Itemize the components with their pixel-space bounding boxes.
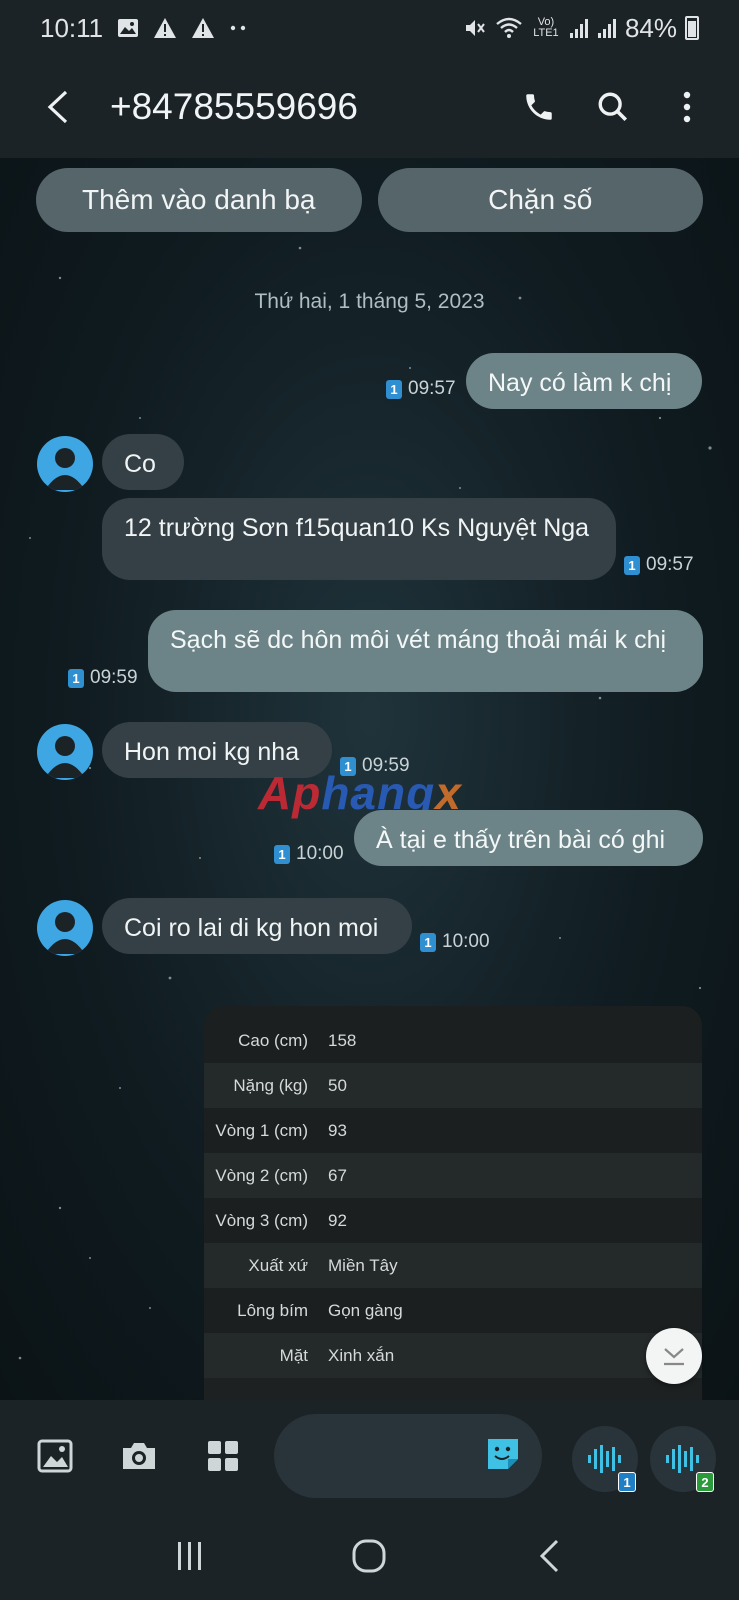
profile-row: Vòng 1 (cm) 93 xyxy=(204,1108,702,1153)
status-time: 10:11 xyxy=(40,12,104,43)
attached-image[interactable]: Cao (cm) 158 Nặng (kg) 50 Vòng 1 (cm) 93 Vò… xyxy=(204,1006,702,1400)
home-icon[interactable] xyxy=(339,1531,399,1581)
system-nav-bar xyxy=(0,1512,739,1600)
contact-number: +84785559696 xyxy=(110,86,358,127)
wifi-icon xyxy=(495,16,523,40)
message-text: Co xyxy=(124,450,156,478)
audio-wave-icon xyxy=(666,1445,699,1473)
profile-row: Nặng (kg) 50 xyxy=(204,1063,702,1108)
more-vert-icon[interactable] xyxy=(665,85,709,129)
search-icon[interactable] xyxy=(591,85,635,129)
message-text: Coi ro lai di kg hon moi xyxy=(124,914,379,942)
person-icon xyxy=(45,448,85,490)
battery-icon xyxy=(685,16,699,40)
sim-badge: 2 xyxy=(696,1472,714,1492)
voice-message-button-sim2[interactable]: 2 xyxy=(650,1426,716,1492)
recents-icon[interactable] xyxy=(160,1531,220,1581)
profile-row: Xuất xứ Miền Tây xyxy=(204,1243,702,1288)
alert-icon xyxy=(191,17,215,39)
profile-row: Vòng 2 (cm) 67 xyxy=(204,1153,702,1198)
block-number-button[interactable]: Chặn số xyxy=(377,168,703,232)
voice-message-button-sim1[interactable]: 1 xyxy=(572,1426,638,1492)
back-icon[interactable] xyxy=(30,79,86,135)
unknown-sender-actions: Thêm vào danh bạ Chặn số xyxy=(36,168,703,232)
message-text: À tại e thấy trên bài có ghi xyxy=(376,826,666,854)
apps-grid-icon[interactable] xyxy=(196,1429,250,1483)
signal-icon xyxy=(569,17,589,39)
message-meta: 1 10:00 xyxy=(274,843,344,865)
more-dots-icon xyxy=(229,24,247,32)
message-time: 10:00 xyxy=(296,843,344,864)
message-text: 12 trường Sơn f15quan10 Ks Nguyệt Nga xyxy=(124,514,590,542)
scroll-to-bottom-button[interactable] xyxy=(646,1328,702,1384)
messaging-screen: 10:11 Vo) LTE1 84% +84785559696 Thêm vào… xyxy=(0,0,739,1600)
person-icon xyxy=(45,736,85,778)
profile-row: Cao (cm) 158 xyxy=(204,1018,702,1063)
person-icon xyxy=(45,912,85,954)
alert-icon xyxy=(153,17,177,39)
message-text: Nay có làm k chị xyxy=(488,369,672,397)
avatar[interactable] xyxy=(37,436,93,492)
phone-icon[interactable] xyxy=(517,85,561,129)
incoming-message[interactable]: 12 trường Sơn f15quan10 Ks Nguyệt Nga xyxy=(102,498,616,580)
avatar[interactable] xyxy=(37,724,93,780)
sticker-icon[interactable] xyxy=(484,1435,522,1478)
chevron-down-icon xyxy=(664,1348,684,1366)
signal-icon xyxy=(597,17,617,39)
sim-badge: 1 xyxy=(386,379,402,399)
status-bar: 10:11 Vo) LTE1 84% xyxy=(0,0,739,56)
sim-badge: 1 xyxy=(274,844,290,864)
avatar[interactable] xyxy=(37,900,93,956)
incoming-message[interactable]: Co xyxy=(102,434,184,490)
message-time: 09:59 xyxy=(90,667,138,688)
gallery-icon[interactable] xyxy=(28,1429,82,1483)
message-list[interactable]: Thêm vào danh bạ Chặn số Thứ hai, 1 thán… xyxy=(0,158,739,1400)
nav-back-icon[interactable] xyxy=(519,1531,579,1581)
conversation-header: +84785559696 xyxy=(0,56,739,158)
sim-badge: 1 xyxy=(68,668,84,688)
message-text: Sạch sẽ dc hôn môi vét máng thoải mái k … xyxy=(170,626,667,654)
image-icon xyxy=(117,18,139,38)
message-meta: 1 09:57 xyxy=(624,554,694,576)
sim-badge: 1 xyxy=(420,932,436,952)
camera-icon[interactable] xyxy=(112,1429,166,1483)
message-meta: 1 10:00 xyxy=(420,931,490,953)
profile-row: Mặt Xinh xắn xyxy=(204,1333,702,1378)
sim-badge: 1 xyxy=(618,1472,636,1492)
sim-badge: 1 xyxy=(624,555,640,575)
mute-icon xyxy=(463,16,487,40)
message-time: 09:57 xyxy=(646,554,694,575)
message-meta: 1 09:59 xyxy=(68,667,138,689)
message-time: 10:00 xyxy=(442,931,490,952)
profile-row: Lông bím Gọn gàng xyxy=(204,1288,702,1333)
outgoing-message[interactable]: À tại e thấy trên bài có ghi xyxy=(354,810,703,866)
battery-percent: 84% xyxy=(624,12,677,43)
message-meta: 1 09:57 xyxy=(386,378,456,400)
date-separator: Thứ hai, 1 tháng 5, 2023 xyxy=(254,290,485,313)
incoming-message[interactable]: Coi ro lai di kg hon moi xyxy=(102,898,412,954)
profile-row: Vòng 3 (cm) 92 xyxy=(204,1198,702,1243)
outgoing-message[interactable]: Nay có làm k chị xyxy=(466,353,702,409)
message-input[interactable] xyxy=(274,1414,542,1498)
outgoing-message[interactable]: Sạch sẽ dc hôn môi vét máng thoải mái k … xyxy=(148,610,703,692)
add-contact-button[interactable]: Thêm vào danh bạ xyxy=(36,168,362,232)
network-label: Vo) LTE1 xyxy=(533,16,559,39)
message-time: 09:57 xyxy=(408,378,456,399)
audio-wave-icon xyxy=(588,1445,621,1473)
message-text: Hon moi kg nha xyxy=(124,738,300,766)
